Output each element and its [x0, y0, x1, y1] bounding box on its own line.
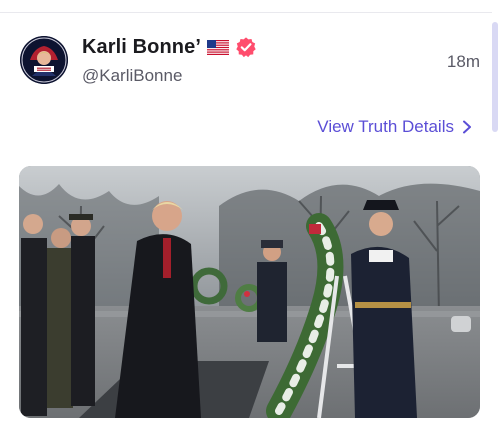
author-handle[interactable]: @KarliBonne — [82, 66, 182, 86]
top-divider — [0, 12, 492, 13]
author-display-name[interactable]: Karli Bonne’ — [82, 36, 201, 59]
us-flag-icon — [207, 39, 229, 55]
chevron-right-icon — [463, 120, 471, 134]
view-truth-details-label: View Truth Details — [317, 117, 454, 136]
post-timestamp: 18m — [446, 52, 480, 71]
author-avatar[interactable] — [20, 36, 68, 84]
scrollbar-thumb[interactable] — [492, 22, 498, 132]
author-name-row: Karli Bonne’ — [82, 35, 257, 59]
post-media-photo[interactable] — [19, 166, 480, 418]
view-truth-details-link[interactable]: View Truth Details — [317, 117, 472, 137]
verified-badge-icon — [236, 37, 256, 58]
